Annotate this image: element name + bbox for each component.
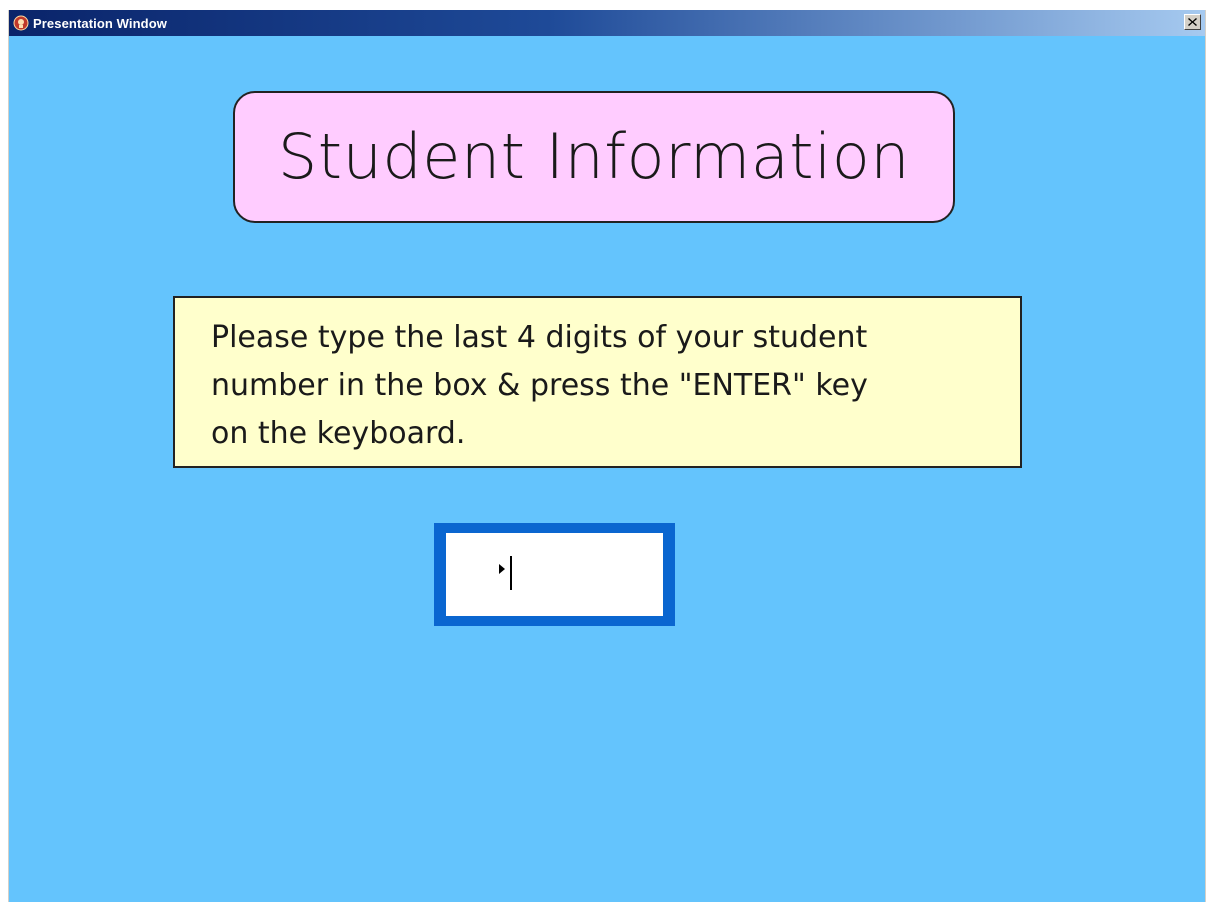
window-title: Presentation Window [33, 15, 167, 31]
play-caret-icon [499, 564, 505, 574]
text-cursor [510, 556, 512, 590]
presentation-window: Presentation Window Student Information … [8, 10, 1206, 902]
student-number-input[interactable] [446, 533, 663, 616]
page-title: Student Information [277, 120, 911, 193]
heading-box: Student Information [233, 91, 955, 223]
student-number-input-frame [434, 523, 675, 626]
instruction-box: Please type the last 4 digits of your st… [173, 296, 1022, 468]
instruction-text: Please type the last 4 digits of your st… [211, 320, 868, 451]
close-button[interactable] [1184, 14, 1201, 30]
title-bar[interactable]: Presentation Window [9, 10, 1205, 36]
presentation-app-icon[interactable] [13, 15, 29, 31]
presentation-canvas: Student Information Please type the last… [9, 36, 1205, 902]
close-icon [1188, 18, 1197, 26]
